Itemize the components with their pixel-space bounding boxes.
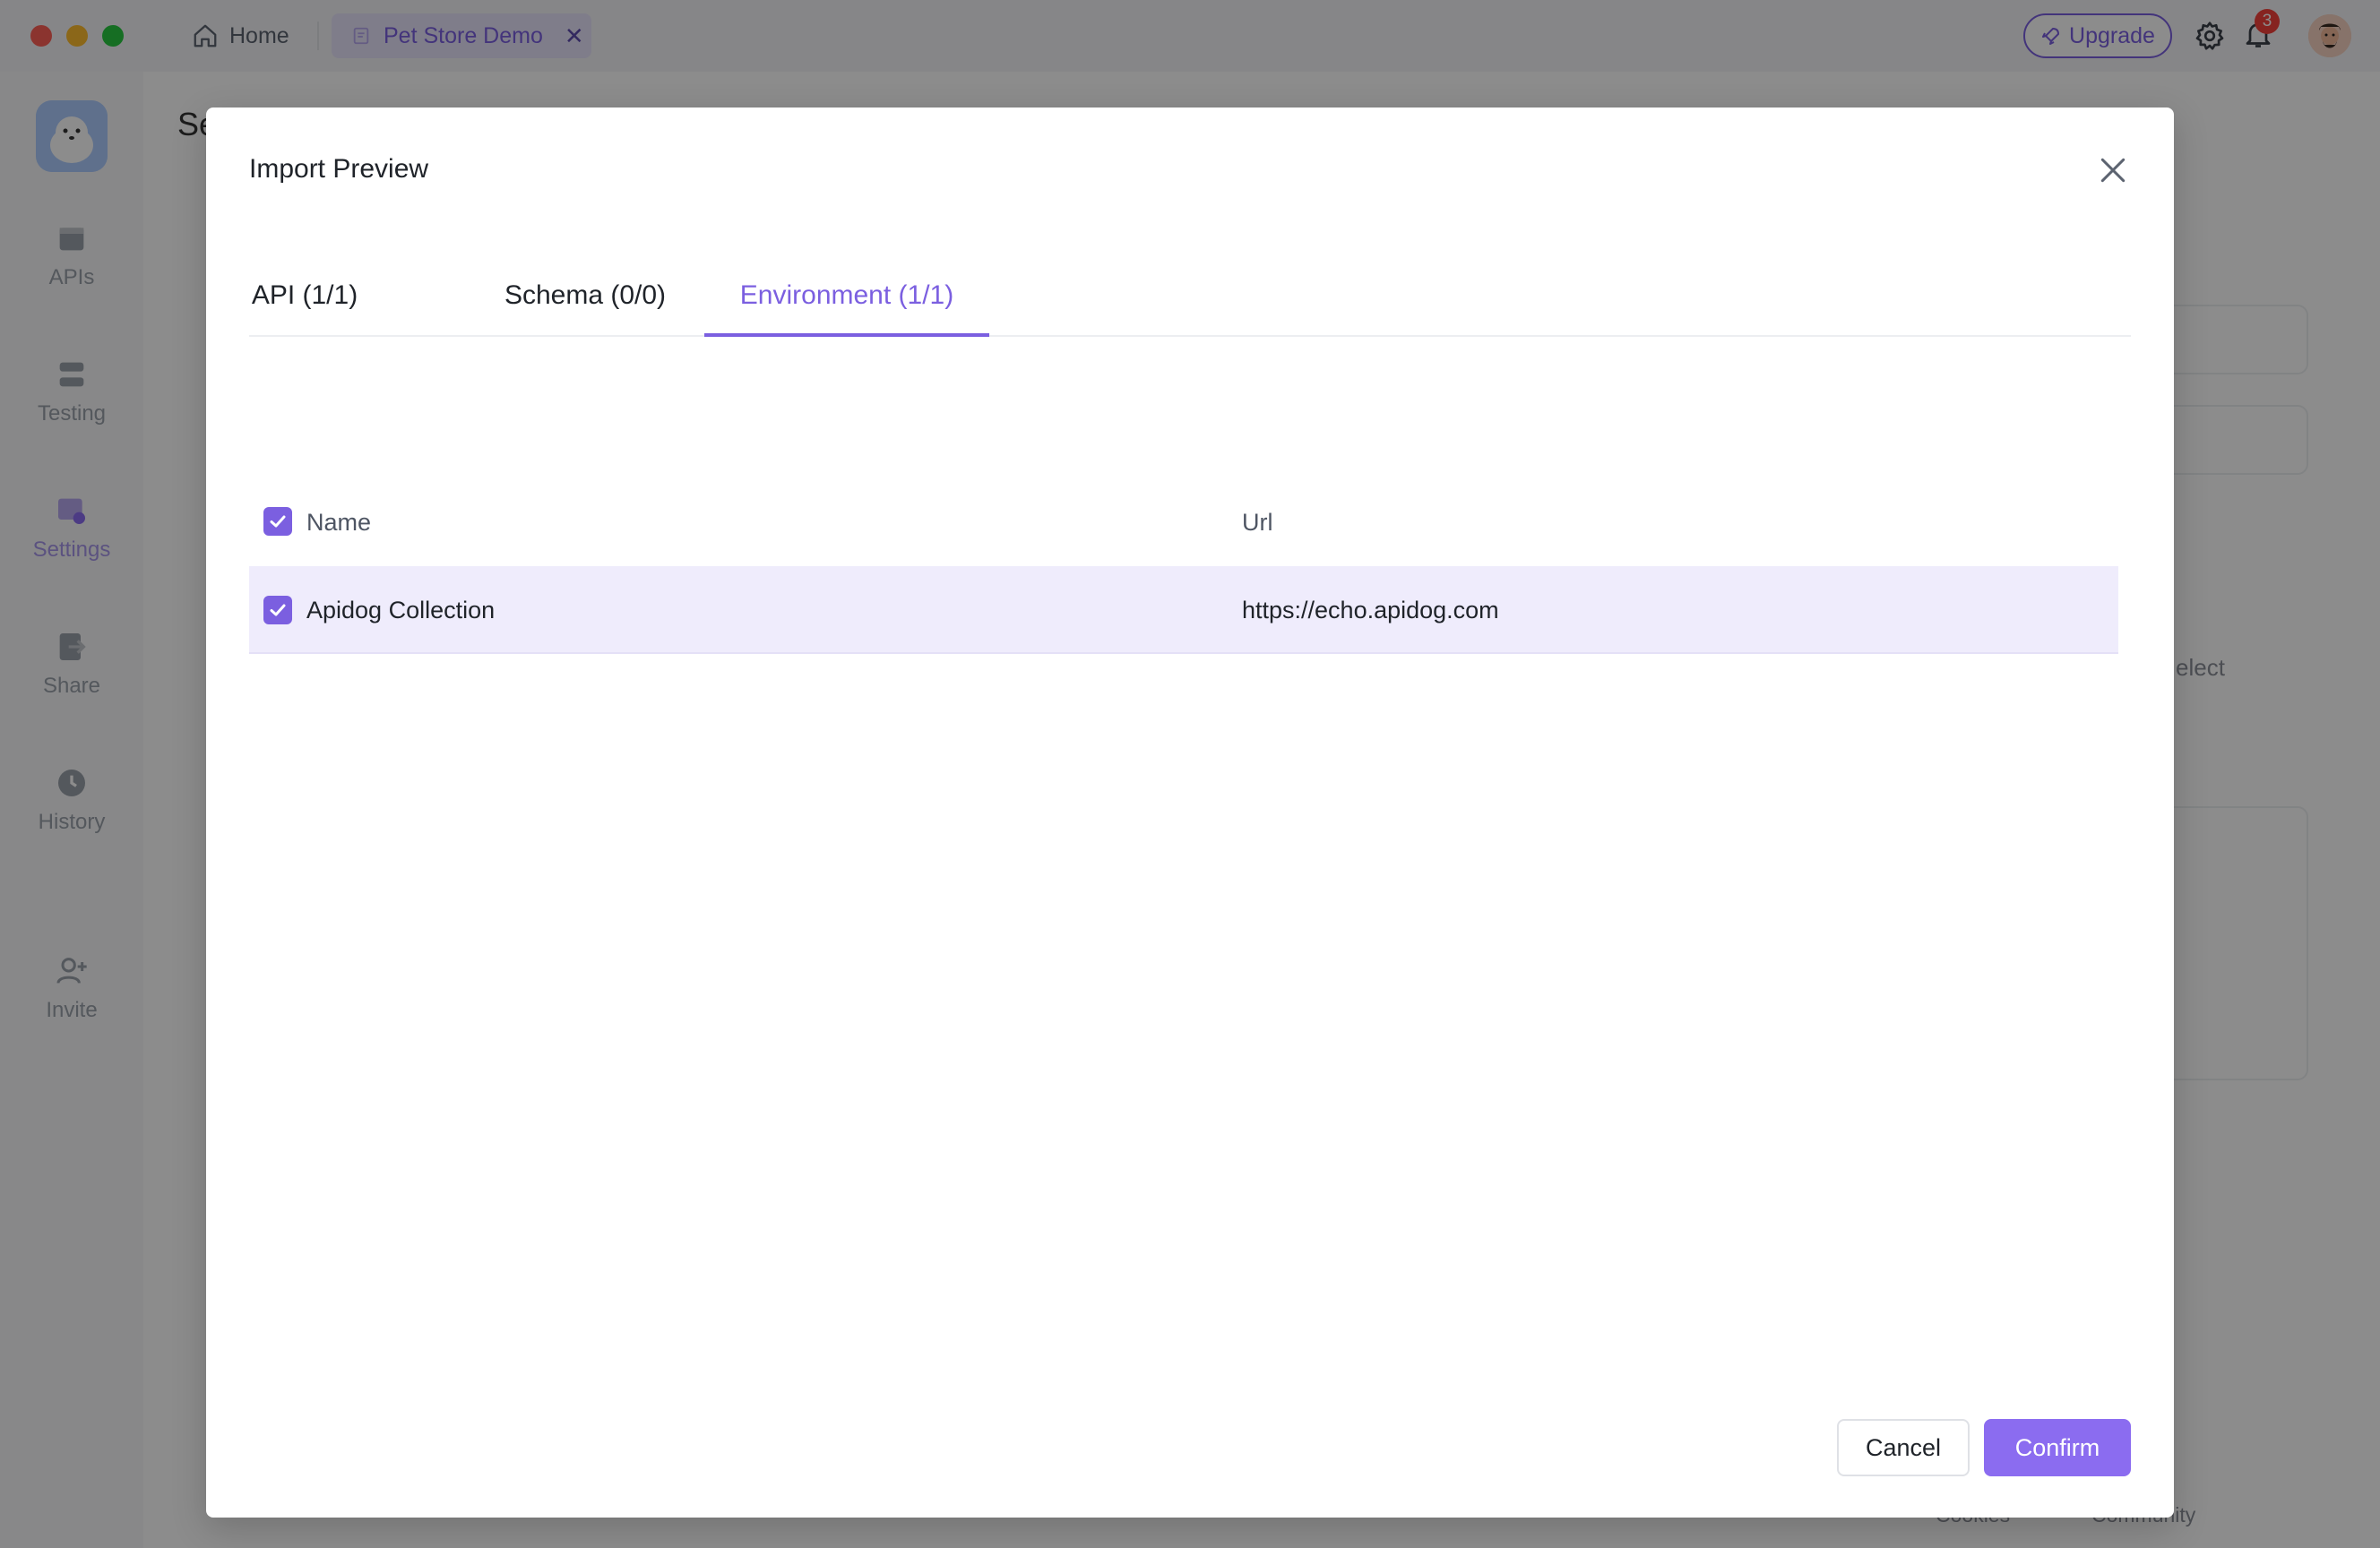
check-icon (270, 604, 286, 616)
dialog-title: Import Preview (249, 154, 429, 184)
column-header-url: Url (1242, 509, 1273, 536)
tab-bar: API (1/1) Schema (0/0) Environment (1/1) (249, 258, 2131, 337)
select-all-checkbox[interactable] (263, 507, 292, 536)
row-url-cell: https://echo.apidog.com (1242, 597, 1499, 624)
confirm-button[interactable]: Confirm (1984, 1419, 2131, 1476)
row-name-cell: Apidog Collection (306, 597, 496, 624)
table-header: Name Url (249, 477, 2118, 566)
close-icon[interactable] (2095, 152, 2131, 188)
check-icon (270, 515, 286, 528)
import-preview-dialog: Import Preview API (1/1) Schema (0/0) En… (206, 108, 2174, 1518)
column-header-name: Name (306, 509, 372, 536)
cancel-button[interactable]: Cancel (1837, 1419, 1970, 1476)
tab-schema[interactable]: Schema (0/0) (482, 258, 688, 337)
row-checkbox[interactable] (263, 596, 292, 624)
table-row[interactable]: Apidog Collection https://echo.apidog.co… (249, 566, 2118, 654)
tab-api[interactable]: API (1/1) (249, 258, 360, 337)
tab-environment[interactable]: Environment (1/1) (704, 258, 989, 337)
